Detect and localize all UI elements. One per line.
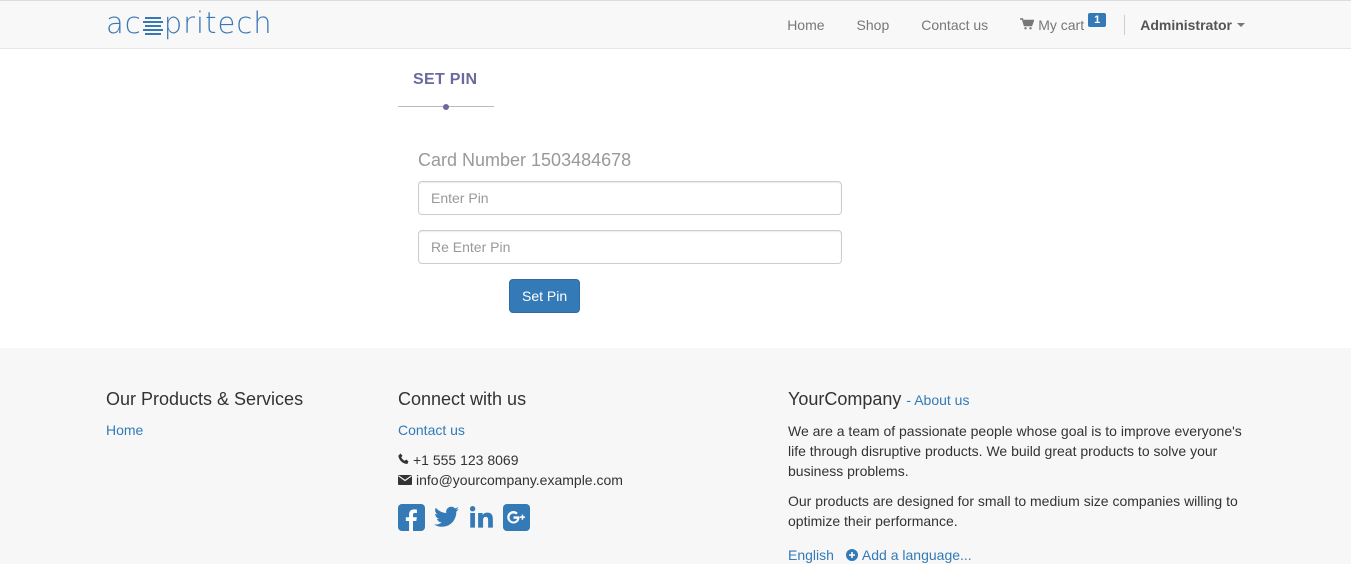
footer-company-column: YourCompany - About us We are a team of … [788,388,1251,564]
user-menu[interactable]: Administrator [1125,1,1245,49]
company-products-text: Our products are designed for small to m… [788,493,1238,529]
email-line: info@yourcompany.example.com [398,470,758,490]
footer-connect-column: Connect with us Contact us +1 555 123 80… [398,388,758,531]
products-heading: Our Products & Services [106,389,304,409]
footer-home-link[interactable]: Home [106,420,366,440]
title-dot [443,104,449,110]
nav-contact-us[interactable]: Contact us [905,1,1004,49]
social-links [398,504,758,531]
google-plus-icon[interactable] [503,504,530,531]
navbar: ac pritech Home Shop Contact us My cart … [0,0,1351,49]
email-address: info@yourcompany.example.com [416,472,623,488]
connect-heading: Connect with us [398,389,527,409]
phone-line: +1 555 123 8069 [398,450,758,470]
twitter-icon[interactable] [433,504,460,531]
add-language-link[interactable]: Add a language... [845,545,972,564]
phone-icon [398,450,413,470]
about-us-link[interactable]: - About us [906,392,969,408]
card-number-label: Card Number 1503484678 [418,150,632,170]
pin-input[interactable] [418,181,842,215]
linkedin-icon[interactable] [468,504,495,531]
nav-home[interactable]: Home [771,1,840,49]
nav-shop[interactable]: Shop [841,1,906,49]
cart-label: My cart [1038,17,1085,33]
footer-contact-link[interactable]: Contact us [398,420,758,440]
brand-suffix: pritech [163,5,273,40]
caret-down-icon [1237,23,1245,27]
main-nav: Home Shop Contact us My cart 1 Administr… [771,1,1245,49]
footer-products-column: Our Products & Services Home [106,388,366,450]
re-enter-pin-input[interactable] [418,230,842,264]
add-language-label: Add a language... [861,547,972,563]
envelope-icon [398,470,416,490]
about-us-label: About us [914,392,970,408]
phone-number: +1 555 123 8069 [413,452,519,468]
user-name: Administrator [1140,17,1232,33]
set-pin-button[interactable]: Set Pin [509,279,581,313]
page-title: SET PIN [413,71,478,88]
shopping-cart-icon [1020,17,1035,33]
facebook-icon[interactable] [398,504,425,531]
plus-circle-icon [845,549,858,561]
brand-logo[interactable]: ac pritech [106,6,273,40]
main-content: SET PIN Card Number 1503484678 Set Pin [0,49,1351,348]
footer: Our Products & Services Home Connect wit… [0,348,1351,564]
cart-count-badge: 1 [1088,13,1107,27]
brand-prefix: ac [106,5,142,40]
language-selector: English Add a language... [788,545,1251,564]
company-heading: YourCompany - About us [788,388,1251,411]
company-description: We are a team of passionate people whose… [788,423,1242,479]
nav-my-cart[interactable]: My cart 1 [1004,1,1122,49]
language-english[interactable]: English [788,545,834,564]
brand-mark-icon [142,10,163,36]
company-name: YourCompany [788,389,902,409]
